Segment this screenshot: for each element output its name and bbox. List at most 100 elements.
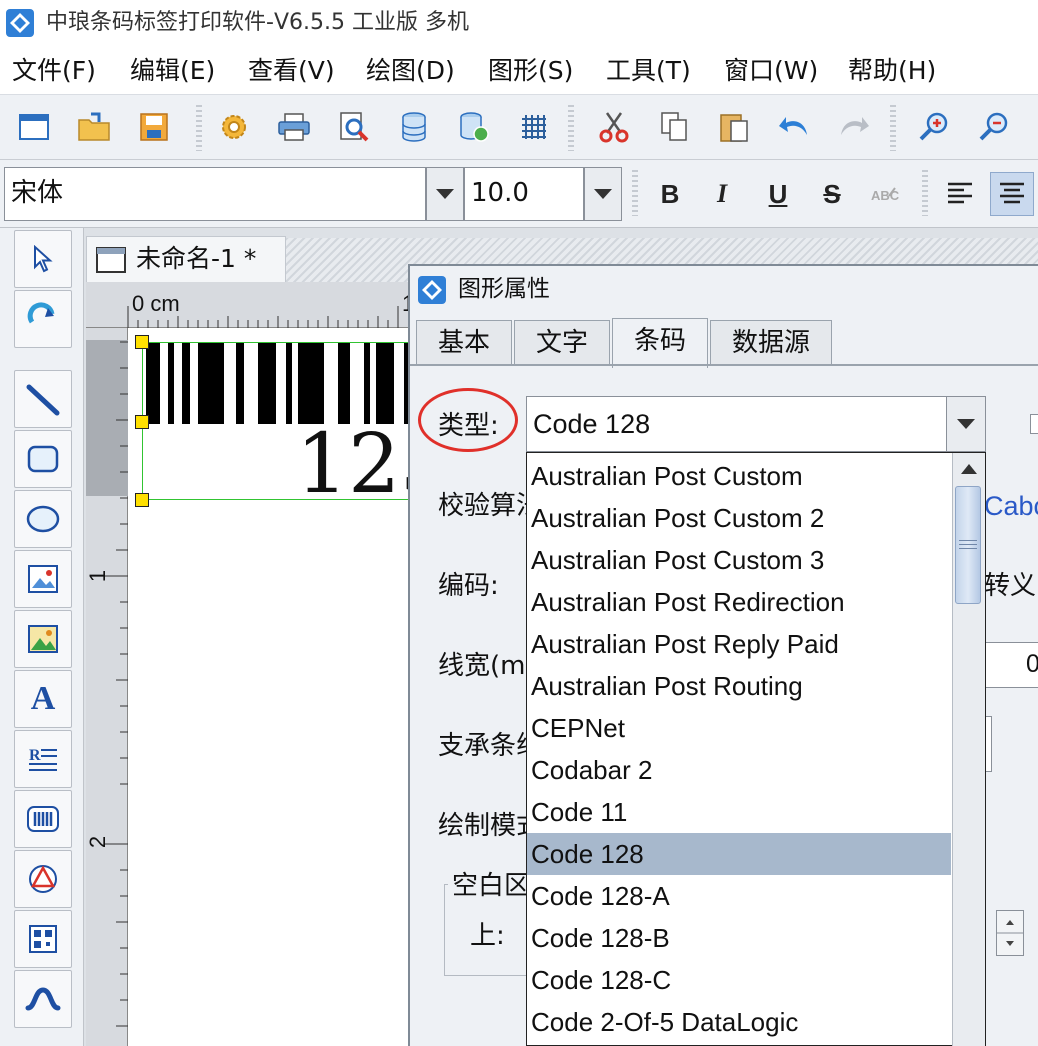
tab-divider xyxy=(410,364,1038,366)
text-effect-icon[interactable]: ABC xyxy=(862,172,906,216)
barcode-selection-box[interactable] xyxy=(142,342,418,500)
strikethrough-button[interactable]: S xyxy=(810,172,854,216)
list-item[interactable]: Australian Post Redirection xyxy=(527,581,951,623)
list-item[interactable]: Australian Post Custom xyxy=(527,455,951,497)
text-tool-icon[interactable]: A xyxy=(14,670,72,728)
list-item[interactable]: Code 2-Of-5 DataLogic xyxy=(527,1001,951,1043)
shape-tool-icon[interactable] xyxy=(14,850,72,908)
settings-gear-icon[interactable] xyxy=(214,107,254,147)
tab-barcode[interactable]: 条码 xyxy=(612,318,708,368)
print-icon[interactable] xyxy=(274,107,314,147)
list-item-selected[interactable]: Code 128 xyxy=(527,833,951,875)
font-size-dropdown-button[interactable] xyxy=(584,167,622,221)
database-settings-icon[interactable] xyxy=(454,107,494,147)
dialog-title: 图形属性 xyxy=(458,276,550,302)
blank-area-label: 空白区 xyxy=(452,871,526,901)
vertical-ruler: 1 2 xyxy=(85,328,128,1046)
resize-handle-bottom-left[interactable] xyxy=(135,493,149,507)
copy-icon[interactable] xyxy=(654,107,694,147)
line-tool-icon[interactable] xyxy=(14,370,72,428)
list-item[interactable]: Australian Post Routing xyxy=(527,665,951,707)
tab-data-source[interactable]: 数据源 xyxy=(710,320,832,366)
list-item[interactable]: Codabar 2 xyxy=(527,749,951,791)
list-item[interactable]: Code 128-A xyxy=(527,875,951,917)
rectangle-tool-icon[interactable] xyxy=(14,430,72,488)
open-folder-icon[interactable] xyxy=(74,107,114,147)
align-center-icon[interactable] xyxy=(990,172,1034,216)
support-bar-label: 支承条线 xyxy=(438,731,526,761)
menu-window[interactable]: 窗口(W) xyxy=(724,54,818,88)
list-item[interactable]: Code 128-B xyxy=(527,917,951,959)
annotation-circle xyxy=(418,388,518,452)
zoom-in-icon[interactable] xyxy=(914,107,954,147)
ruler-h-label: 0 cm xyxy=(132,291,180,316)
menu-tools[interactable]: 工具(T) xyxy=(606,54,691,88)
qrcode-tool-icon[interactable] xyxy=(14,910,72,968)
tool-palette: A R xyxy=(0,228,84,1046)
list-item[interactable]: Code 128-C xyxy=(527,959,951,1001)
line-width-value: 0 xyxy=(1026,650,1038,678)
resize-handle-top-left[interactable] xyxy=(135,335,149,349)
list-item[interactable]: CEPNet xyxy=(527,707,951,749)
font-name-dropdown-button[interactable] xyxy=(426,167,464,221)
svg-text:ABC: ABC xyxy=(871,188,899,203)
print-preview-icon[interactable] xyxy=(334,107,374,147)
select-arrow-icon[interactable] xyxy=(14,230,72,288)
rich-text-tool-icon[interactable]: R xyxy=(14,730,72,788)
window-title: 中琅条码标签打印软件-V6.5.5 工业版 多机 xyxy=(46,10,469,35)
list-item[interactable]: Australian Post Reply Paid xyxy=(527,623,951,665)
font-name-select[interactable]: 宋体 xyxy=(4,167,426,221)
new-file-icon[interactable] xyxy=(14,107,54,147)
format-toolbar: 宋体 10.0 B I U S ABC xyxy=(0,160,1038,228)
rotate-icon[interactable] xyxy=(14,290,72,348)
menu-help[interactable]: 帮助(H) xyxy=(848,54,936,88)
save-icon[interactable] xyxy=(134,107,174,147)
align-left-icon[interactable] xyxy=(938,172,982,216)
list-item[interactable]: Australian Post Custom 3 xyxy=(527,539,951,581)
undo-icon[interactable] xyxy=(774,107,814,147)
svg-text:R: R xyxy=(29,747,41,764)
top-margin-spinner[interactable] xyxy=(996,910,1024,956)
list-item[interactable]: Australian Post Custom 2 xyxy=(527,497,951,539)
option-checkbox[interactable] xyxy=(1030,414,1038,434)
picture-tool-icon[interactable] xyxy=(14,610,72,668)
font-size-select[interactable]: 10.0 xyxy=(464,167,584,221)
chevron-down-icon xyxy=(594,189,612,199)
draw-mode-label: 绘制模式 xyxy=(438,811,526,841)
ellipse-tool-icon[interactable] xyxy=(14,490,72,548)
barcode-tool-icon[interactable] xyxy=(14,790,72,848)
grid-icon[interactable] xyxy=(514,107,554,147)
resize-handle-middle-left[interactable] xyxy=(135,415,149,429)
scroll-up-button[interactable] xyxy=(953,454,984,484)
encoding-label: 编码: xyxy=(438,571,499,601)
ruler-v-mark-1: 1 xyxy=(85,569,111,583)
list-item[interactable]: Code 11 xyxy=(527,791,951,833)
image-tool-icon[interactable] xyxy=(14,550,72,608)
document-tab-title: 未命名-1 * xyxy=(136,244,257,273)
tab-text[interactable]: 文字 xyxy=(514,320,610,366)
redo-icon[interactable] xyxy=(834,107,874,147)
curve-tool-icon[interactable] xyxy=(14,970,72,1028)
horizontal-ruler: 0 cm 1 xyxy=(86,282,416,328)
scrollbar-grip xyxy=(959,540,977,550)
bold-button[interactable]: B xyxy=(648,172,692,216)
line-width-label: 线宽(mm) xyxy=(438,651,526,681)
top-margin-label: 上: xyxy=(470,921,505,951)
chevron-down-icon xyxy=(436,189,454,199)
tab-basic[interactable]: 基本 xyxy=(416,320,512,366)
barcode-type-dropdown-button[interactable] xyxy=(946,397,985,451)
menu-file[interactable]: 文件(F) xyxy=(12,54,96,88)
menu-draw[interactable]: 绘图(D) xyxy=(366,54,455,88)
checksum-label: 校验算法 xyxy=(438,491,526,521)
database-icon[interactable] xyxy=(394,107,434,147)
zoom-out-icon[interactable] xyxy=(974,107,1014,147)
menu-edit[interactable]: 编辑(E) xyxy=(130,54,215,88)
ruler-v-mark-2: 2 xyxy=(85,835,111,849)
cut-icon[interactable] xyxy=(594,107,634,147)
underline-button[interactable]: U xyxy=(756,172,800,216)
app-logo-icon xyxy=(6,9,34,37)
menu-shape[interactable]: 图形(S) xyxy=(488,54,573,88)
menu-view[interactable]: 查看(V) xyxy=(248,54,335,88)
paste-icon[interactable] xyxy=(714,107,754,147)
italic-button[interactable]: I xyxy=(700,172,744,216)
